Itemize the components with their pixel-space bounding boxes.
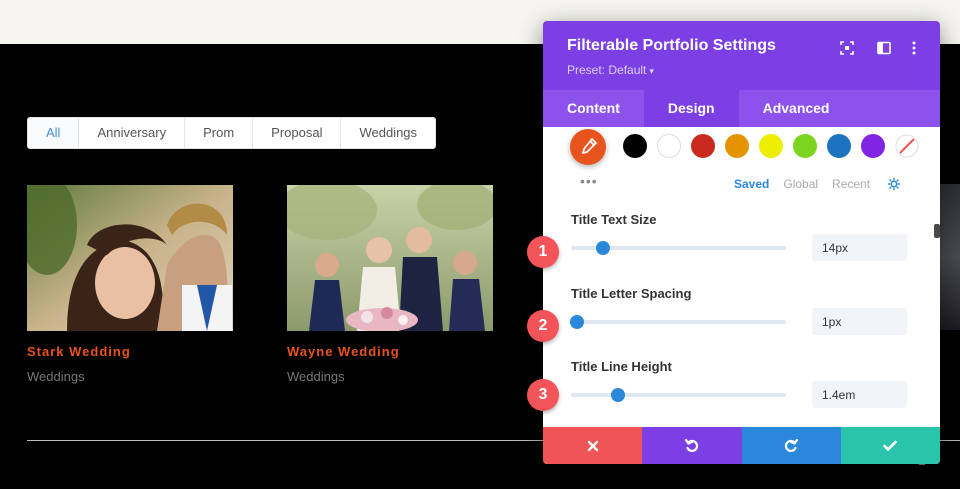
columns-icon[interactable]: [876, 40, 892, 56]
preset-label: Preset: Default: [567, 63, 647, 77]
panel-tabs: Content Design Advanced: [543, 90, 940, 127]
portfolio-item-title[interactable]: Stark Wedding: [27, 343, 233, 361]
module-settings-panel: Filterable Portfolio Settings Preset: De…: [543, 21, 940, 464]
swatch-green[interactable]: [793, 134, 817, 158]
portfolio-item-category: Weddings: [27, 369, 85, 385]
panel-header[interactable]: Filterable Portfolio Settings Preset: De…: [543, 21, 940, 90]
swatch-tab-global[interactable]: Global: [783, 177, 818, 191]
title-line-height-slider[interactable]: [571, 388, 786, 402]
tab-content[interactable]: Content: [543, 90, 644, 127]
title-letter-spacing-label: Title Letter Spacing: [571, 286, 692, 301]
portfolio-filter-bar: All Anniversary Prom Proposal Weddings: [27, 117, 437, 149]
filter-anniversary[interactable]: Anniversary: [78, 118, 184, 148]
panel-scrollbar[interactable]: [934, 224, 940, 238]
undo-button[interactable]: [642, 427, 742, 464]
discard-button[interactable]: [543, 427, 643, 464]
title-text-size-input[interactable]: [812, 234, 907, 261]
wedding-party-photo: [287, 185, 493, 331]
eyedropper-icon: [582, 138, 597, 154]
couple-photo: [27, 185, 233, 331]
preset-selector[interactable]: Preset: Default ▾: [567, 63, 654, 77]
swatch-tab-recent[interactable]: Recent: [832, 177, 870, 191]
caret-down-icon: ▾: [649, 66, 654, 76]
undo-icon: [684, 438, 699, 452]
swatch-red[interactable]: [691, 134, 715, 158]
swatch-orange[interactable]: [725, 134, 749, 158]
tab-advanced[interactable]: Advanced: [739, 90, 854, 127]
title-letter-spacing-input[interactable]: [812, 308, 907, 335]
save-button[interactable]: [840, 427, 940, 464]
filter-all[interactable]: All: [28, 118, 79, 148]
portfolio-thumbnail-partial[interactable]: [938, 184, 960, 330]
portfolio-item-title[interactable]: Wayne Wedding: [287, 343, 493, 361]
title-text-size-slider[interactable]: [571, 241, 786, 255]
redo-icon: [784, 438, 799, 452]
more-vertical-icon[interactable]: [906, 40, 922, 56]
swatch-white[interactable]: [657, 134, 681, 158]
tab-design[interactable]: Design: [643, 90, 739, 127]
more-swatches-button[interactable]: •••: [580, 173, 598, 189]
portfolio-item-category: Weddings: [287, 369, 345, 385]
title-letter-spacing-slider[interactable]: [570, 315, 786, 329]
filter-prom[interactable]: Prom: [184, 118, 252, 148]
title-line-height-label: Title Line Height: [571, 359, 672, 374]
color-picker-button[interactable]: [570, 129, 606, 165]
filter-weddings[interactable]: Weddings: [340, 118, 435, 148]
panel-body: ••• Saved Global Recent Title Text Size …: [543, 127, 940, 427]
title-line-height-input[interactable]: [812, 381, 907, 408]
no-color-icon[interactable]: [895, 134, 919, 158]
portfolio-thumbnail[interactable]: [287, 185, 493, 331]
color-swatches: [623, 134, 919, 158]
swatch-yellow[interactable]: [759, 134, 783, 158]
slider-handle[interactable]: [596, 241, 611, 255]
redo-button[interactable]: [741, 427, 841, 464]
panel-title: Filterable Portfolio Settings: [567, 37, 776, 54]
step-badge-2: 2: [527, 310, 559, 342]
swatch-tabs: Saved Global Recent: [734, 177, 884, 191]
close-icon: [587, 440, 598, 451]
step-badge-1: 1: [527, 236, 559, 268]
panel-footer: [543, 427, 940, 464]
portfolio-thumbnail[interactable]: [27, 185, 233, 331]
focus-icon[interactable]: [839, 40, 855, 56]
swatch-black[interactable]: [623, 134, 647, 158]
portfolio-item[interactable]: Stark Wedding Weddings: [27, 185, 233, 384]
filter-proposal[interactable]: Proposal: [252, 118, 340, 148]
swatch-tab-saved[interactable]: Saved: [734, 177, 769, 191]
swatch-blue[interactable]: [827, 134, 851, 158]
step-badge-3: 3: [527, 379, 559, 411]
gear-icon[interactable]: [887, 177, 901, 191]
portfolio-item[interactable]: Wayne Wedding Weddings: [287, 185, 493, 384]
slider-handle[interactable]: [611, 388, 626, 402]
checkmark-icon: [883, 440, 898, 451]
slider-handle[interactable]: [570, 315, 585, 329]
swatch-purple[interactable]: [861, 134, 885, 158]
title-text-size-label: Title Text Size: [571, 212, 657, 227]
